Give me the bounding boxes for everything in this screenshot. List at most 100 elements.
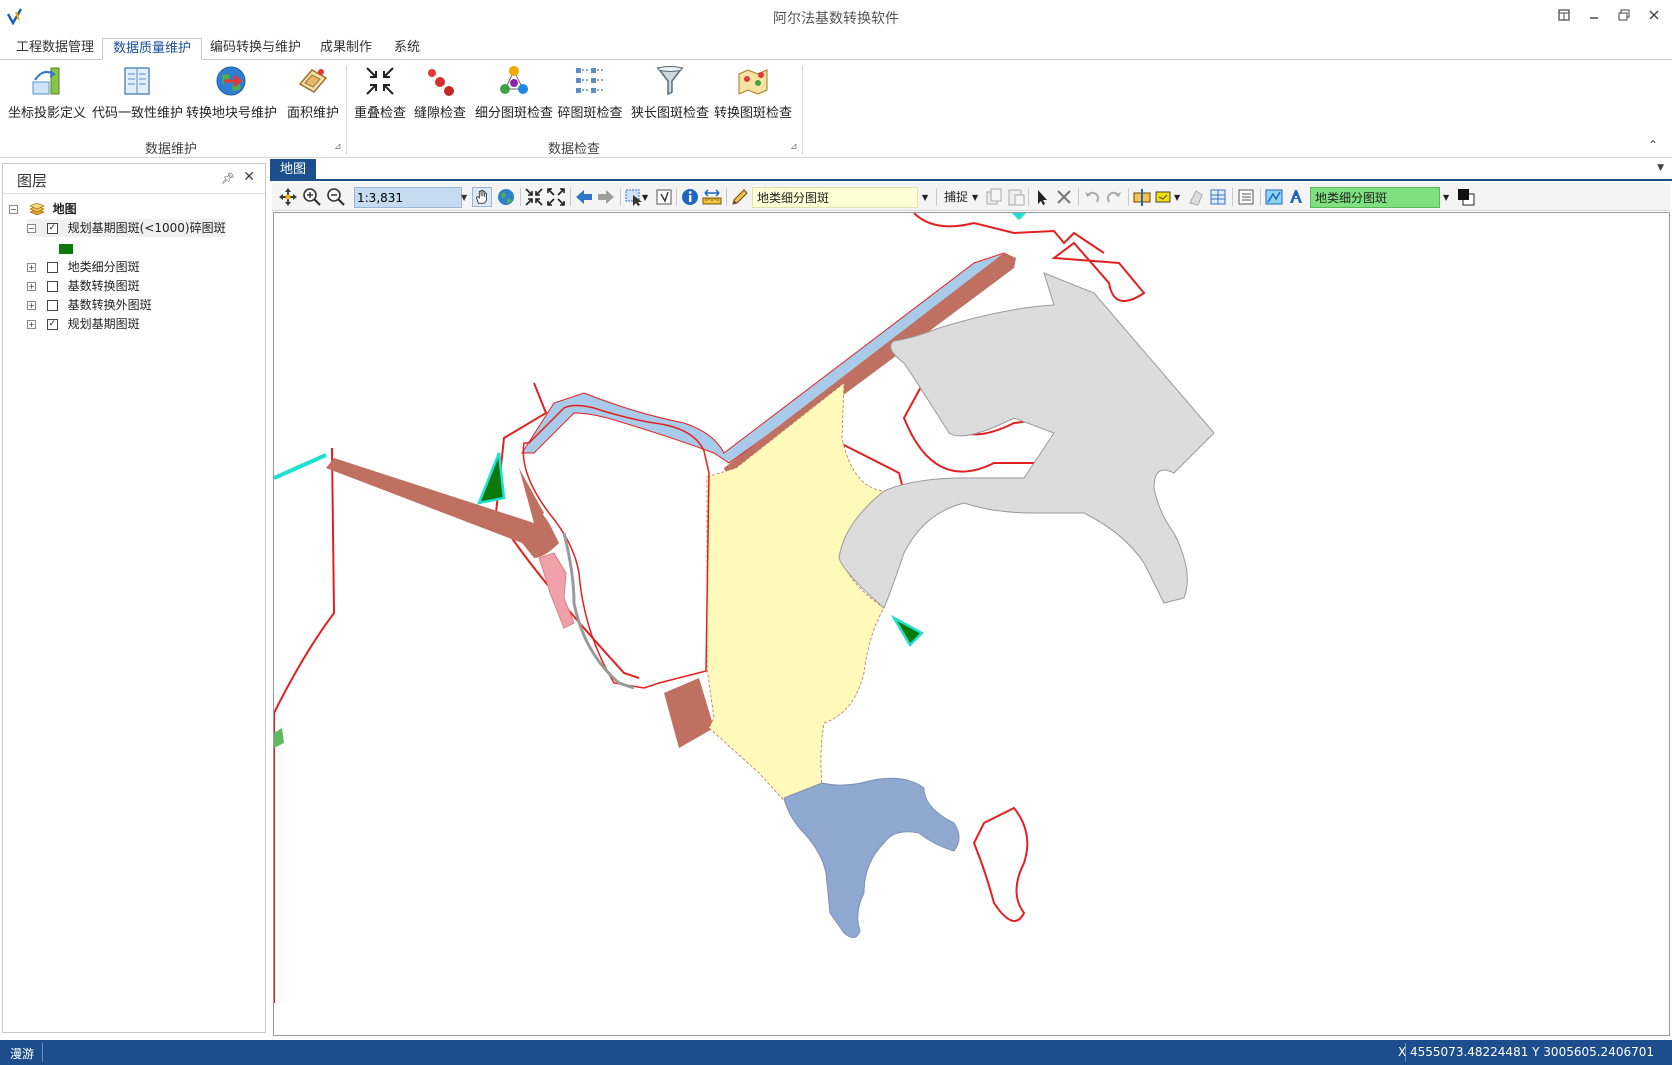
tab-dropdown-icon[interactable]: ▼: [1657, 163, 1664, 173]
select-features-icon[interactable]: [624, 187, 644, 207]
attribute-tool-icon[interactable]: [1186, 187, 1206, 207]
list-view-icon[interactable]: [1236, 187, 1256, 207]
pan-icon[interactable]: [472, 187, 492, 207]
edit-layer-dropdown-icon[interactable]: ▼: [922, 187, 932, 208]
copy-feature-icon[interactable]: [984, 187, 1004, 207]
tab-map[interactable]: 地图: [270, 159, 317, 181]
reshape-dropdown-icon[interactable]: ▼: [1174, 187, 1184, 208]
layer-checkbox[interactable]: [46, 262, 58, 273]
gap-check-icon: [428, 69, 454, 96]
reshape-feature-icon[interactable]: [1154, 187, 1174, 207]
scale-dropdown-icon[interactable]: ▼: [461, 187, 471, 208]
code-consistency-button[interactable]: 代码一致性维护: [92, 64, 183, 126]
fragment-parcel[interactable]: [476, 452, 506, 505]
subdivision-check-button[interactable]: 细分图斑检查: [474, 64, 554, 126]
expand-icon[interactable]: +: [27, 320, 36, 329]
layer-checkbox[interactable]: ✓: [46, 319, 58, 330]
parcel-number-button[interactable]: 转换地块号维护: [186, 64, 277, 126]
measure-icon[interactable]: [702, 187, 722, 207]
parcel-outline[interactable]: [274, 447, 336, 1003]
expand-icon[interactable]: +: [27, 282, 36, 291]
globe-icon[interactable]: [496, 187, 516, 207]
gap-check-button[interactable]: 缝隙检查: [412, 64, 468, 126]
redo-icon[interactable]: [1104, 187, 1124, 207]
layer-tree-root[interactable]: − 地图: [9, 200, 77, 218]
minimize-icon[interactable]: [1582, 8, 1606, 28]
toolbar-separator: [1078, 188, 1079, 206]
tab-code-conversion[interactable]: 编码转换与维护: [200, 38, 311, 60]
layer-checkbox[interactable]: [46, 300, 58, 311]
expand-icon[interactable]: +: [27, 263, 36, 272]
identify-icon[interactable]: [680, 187, 700, 207]
layer-panel-header: 图层 📌︎ ✕: [3, 164, 265, 194]
group-launcher-icon[interactable]: ⊿: [790, 142, 798, 152]
restore-tile-icon[interactable]: [1552, 8, 1576, 28]
parcel-outline[interactable]: [913, 213, 1105, 254]
pin-icon[interactable]: 📌︎: [221, 172, 235, 185]
tab-output[interactable]: 成果制作: [310, 38, 382, 60]
projection-define-button[interactable]: 坐标投影定义: [8, 64, 86, 126]
group-launcher-icon[interactable]: ⊿: [334, 142, 342, 152]
narrow-check-button[interactable]: 狭长图斑检查: [630, 64, 710, 126]
clear-selection-icon[interactable]: [654, 187, 674, 207]
edit-layer-select[interactable]: 地类细分图斑: [752, 187, 918, 208]
parcel-outline[interactable]: [972, 806, 1029, 922]
forward-arrow-icon[interactable]: [596, 187, 616, 207]
overlap-check-button[interactable]: 重叠检查: [350, 64, 410, 126]
layer-item-subdivision[interactable]: + 地类细分图斑: [27, 258, 140, 276]
area-maintain-button[interactable]: 面积维护: [280, 64, 346, 126]
zoom-to-selection-icon[interactable]: [524, 187, 544, 207]
layer-checkbox[interactable]: ✓: [46, 223, 58, 234]
layer-item-conversion-outside[interactable]: + 基数转换外图斑: [27, 296, 152, 314]
building-parcel[interactable]: [538, 552, 575, 629]
target-layer-dropdown-icon[interactable]: ▼: [1443, 187, 1453, 208]
fragment-check-button[interactable]: 碎图斑检查: [556, 64, 624, 126]
close-icon[interactable]: [1642, 8, 1666, 28]
expand-icon[interactable]: +: [27, 301, 36, 310]
overlap-check-label: 重叠检查: [353, 106, 406, 121]
layer-item-fragment[interactable]: − ✓ 规划基期图斑(<1000)碎图斑: [27, 219, 226, 237]
delete-feature-icon[interactable]: [1054, 187, 1074, 207]
snap-dropdown-icon[interactable]: ▼: [972, 187, 982, 208]
fragment-parcel[interactable]: [274, 728, 284, 748]
select-dropdown-icon[interactable]: ▼: [642, 187, 652, 208]
edit-pointer-icon[interactable]: [1032, 187, 1052, 207]
area-icon: [298, 69, 328, 93]
layer-item-planning-base[interactable]: + ✓ 规划基期图斑: [27, 315, 140, 333]
tab-system[interactable]: 系统: [384, 38, 430, 60]
maximize-icon[interactable]: [1612, 8, 1636, 28]
road-parcel[interactable]: [519, 468, 544, 523]
scale-input[interactable]: [354, 187, 462, 208]
zoom-out-icon[interactable]: [326, 187, 346, 207]
toolbar-separator: [1028, 188, 1029, 206]
layer-checkbox[interactable]: [46, 281, 58, 292]
road-parcel[interactable]: [664, 678, 714, 748]
snap-button[interactable]: 捕捉: [940, 187, 974, 208]
ribbon-collapse-icon[interactable]: ⌃: [1648, 138, 1658, 152]
undo-icon[interactable]: [1082, 187, 1102, 207]
attribute-table-icon[interactable]: [1208, 187, 1228, 207]
back-arrow-icon[interactable]: [574, 187, 594, 207]
map-view[interactable]: [273, 212, 1670, 1036]
edit-pencil-icon[interactable]: [730, 187, 750, 207]
collapse-icon[interactable]: −: [27, 224, 36, 233]
conversion-check-button[interactable]: 转换图斑检查: [712, 64, 794, 126]
road-parcel[interactable]: [326, 458, 559, 558]
map-canvas[interactable]: [274, 213, 1670, 1036]
lake-parcel[interactable]: [783, 777, 960, 938]
color-picker-icon[interactable]: [1456, 187, 1476, 207]
paste-feature-icon[interactable]: [1006, 187, 1026, 207]
collapse-icon[interactable]: −: [9, 205, 18, 214]
split-feature-icon[interactable]: [1132, 187, 1152, 207]
tab-project-data[interactable]: 工程数据管理: [6, 38, 104, 60]
layer-item-conversion[interactable]: + 基数转换图斑: [27, 277, 140, 295]
tab-data-quality[interactable]: 数据质量维护: [102, 38, 203, 60]
label-tool-icon[interactable]: [1286, 187, 1306, 207]
zoom-extent-icon[interactable]: [546, 187, 566, 207]
zoom-in-icon[interactable]: [302, 187, 322, 207]
full-extent-icon[interactable]: [278, 187, 298, 207]
fragment-parcel[interactable]: [890, 614, 925, 648]
panel-close-icon[interactable]: ✕: [243, 169, 255, 185]
target-layer-select[interactable]: 地类细分图斑: [1310, 187, 1440, 208]
map-layer-icon[interactable]: [1264, 187, 1284, 207]
